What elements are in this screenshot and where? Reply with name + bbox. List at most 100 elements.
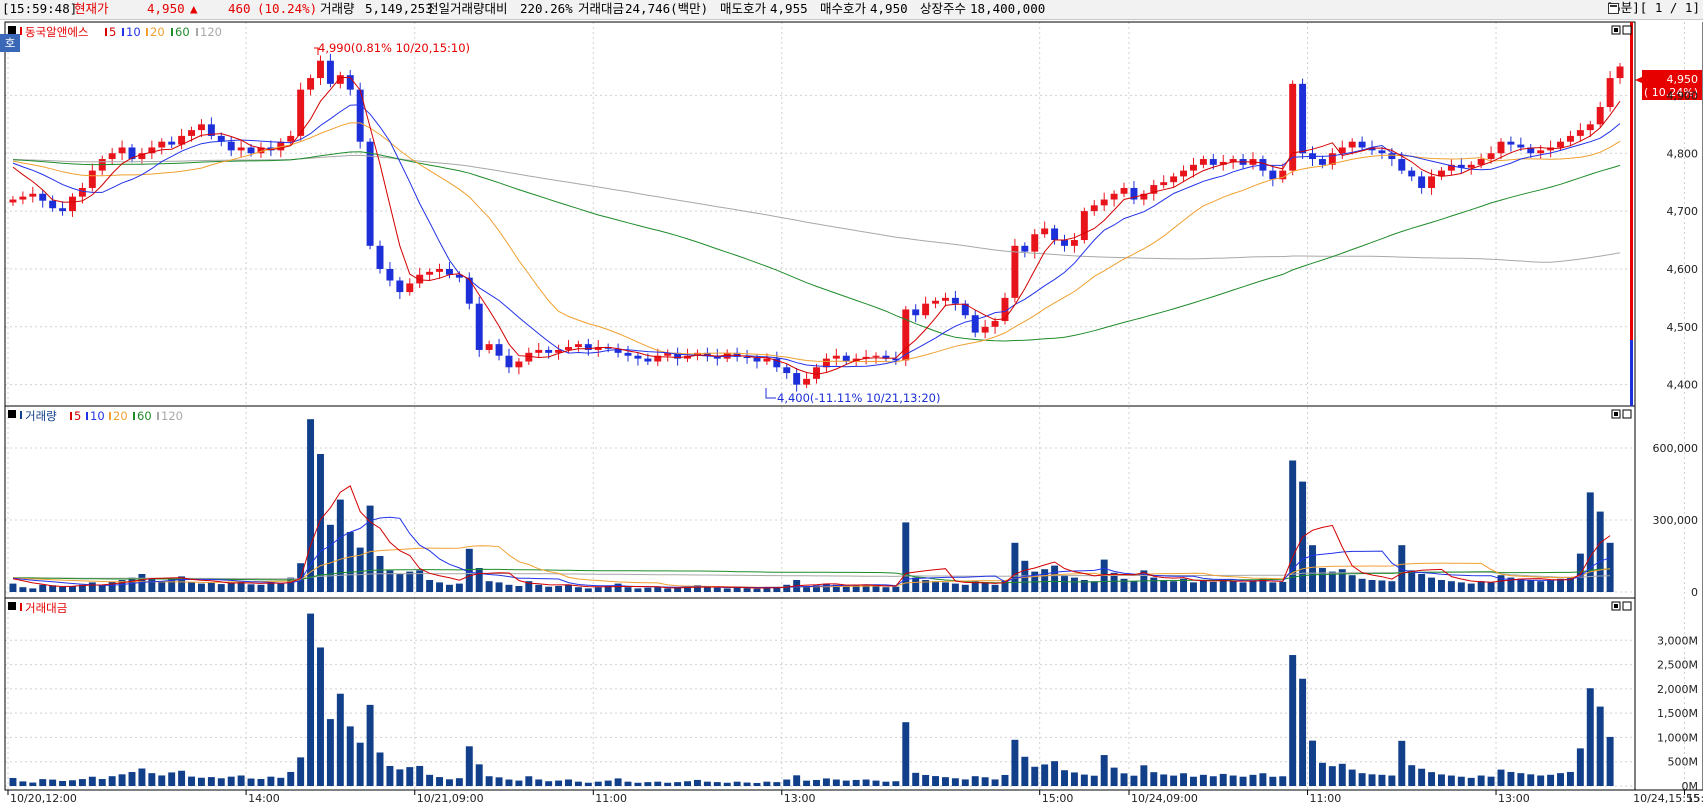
value-axis-tick: 2,500M xyxy=(1657,659,1698,672)
candle xyxy=(227,136,235,157)
candle xyxy=(197,119,205,138)
candle-body xyxy=(803,378,811,385)
candle-body xyxy=(1170,176,1178,183)
ma120-line xyxy=(12,154,1621,263)
volume-bar xyxy=(1368,580,1376,592)
volume-bar xyxy=(307,419,315,592)
candle xyxy=(108,148,116,165)
value-bar xyxy=(197,777,205,786)
volume-axis-tick: 0 xyxy=(1691,586,1698,599)
value-bar xyxy=(1051,761,1059,786)
value-bar xyxy=(336,693,344,786)
candle-body xyxy=(49,200,57,209)
candle xyxy=(1576,123,1584,142)
candle xyxy=(594,340,602,357)
value-bar xyxy=(1606,736,1614,786)
volume-bar xyxy=(703,587,711,592)
volume-bar xyxy=(267,582,275,592)
vol-ma120-legend: 120 xyxy=(161,409,183,423)
value-bar xyxy=(1318,762,1326,786)
volume-bar xyxy=(257,584,265,592)
volume-bar xyxy=(336,499,344,592)
value-bar xyxy=(852,779,860,786)
candle xyxy=(574,340,582,352)
value-bar xyxy=(505,779,513,786)
volume-bars xyxy=(9,419,1614,592)
candle xyxy=(783,363,791,379)
volume-bar xyxy=(148,578,156,592)
volume-bar xyxy=(1011,542,1019,592)
candle xyxy=(118,140,126,161)
candle-body xyxy=(108,153,116,160)
candle-body xyxy=(39,193,47,201)
candle xyxy=(1606,71,1614,112)
volume-bar xyxy=(1527,580,1535,592)
candles xyxy=(9,53,1624,392)
candle xyxy=(436,263,444,279)
candle xyxy=(257,142,265,158)
candle-body xyxy=(69,196,76,212)
value-bar xyxy=(1537,775,1545,786)
volume-bar xyxy=(1517,578,1525,592)
value-bar xyxy=(88,776,96,786)
value-bar xyxy=(1011,739,1019,786)
volume-bar xyxy=(584,588,592,592)
volume-bar xyxy=(326,524,334,592)
value-bar xyxy=(545,781,553,786)
candle-body xyxy=(1041,228,1049,235)
candle xyxy=(307,74,315,96)
candle-body xyxy=(753,358,761,362)
candle xyxy=(1289,80,1297,176)
candle-body xyxy=(1209,159,1217,165)
volume-bar xyxy=(9,583,17,592)
volume-bar xyxy=(1150,577,1158,592)
value-bar xyxy=(1279,776,1287,786)
candle-body xyxy=(1011,245,1019,298)
candle xyxy=(29,186,37,203)
candle-body xyxy=(336,75,344,84)
candle-body xyxy=(197,124,205,131)
value-bar xyxy=(594,781,602,786)
candle xyxy=(624,345,632,362)
value-bar xyxy=(465,746,473,786)
time-axis-label: 11:00 xyxy=(1310,792,1342,805)
value-bar xyxy=(1170,775,1178,786)
time-axis-label: 10/21,09:00 xyxy=(417,792,484,805)
value-axis-tick: 2,000M xyxy=(1657,683,1698,696)
price-axis-tick: 4,600 xyxy=(1667,263,1699,276)
volume-bar xyxy=(465,548,473,592)
candle-body xyxy=(426,271,434,275)
stock-chart[interactable]: 호 동국알앤에스 5 10 20 60 120 4,990(0.81% 10/2… xyxy=(0,0,1703,806)
candle xyxy=(1328,148,1336,170)
candle-body xyxy=(1566,135,1574,142)
candle xyxy=(19,191,27,205)
volume-bar xyxy=(346,532,354,592)
value-bar xyxy=(1457,776,1465,786)
value-bar xyxy=(1180,773,1188,786)
value-bar xyxy=(1547,774,1555,786)
time-axis-label: 14:00 xyxy=(248,792,280,805)
value-bar xyxy=(1596,706,1604,786)
volume-bar xyxy=(1130,581,1138,592)
volume-bar xyxy=(753,588,761,592)
value-bar xyxy=(1438,774,1445,786)
candle-body xyxy=(813,367,820,379)
value-bar xyxy=(1388,775,1396,786)
value-bar xyxy=(1289,655,1297,786)
value-bar xyxy=(1477,775,1485,786)
value-bar xyxy=(1070,772,1078,786)
value-bar xyxy=(436,777,444,786)
ma5-line xyxy=(12,77,1621,375)
volume-bar xyxy=(19,587,27,592)
value-bar xyxy=(941,777,949,786)
volume-bar xyxy=(713,587,721,592)
volume-bar xyxy=(505,584,513,592)
candle xyxy=(515,358,523,375)
candle-body xyxy=(9,199,17,203)
candle xyxy=(485,340,493,354)
value-bar xyxy=(1249,774,1257,786)
value-bar xyxy=(664,782,672,786)
ma5-legend: 5 xyxy=(109,25,116,39)
value-bar xyxy=(9,777,17,786)
value-bar xyxy=(1408,765,1416,786)
